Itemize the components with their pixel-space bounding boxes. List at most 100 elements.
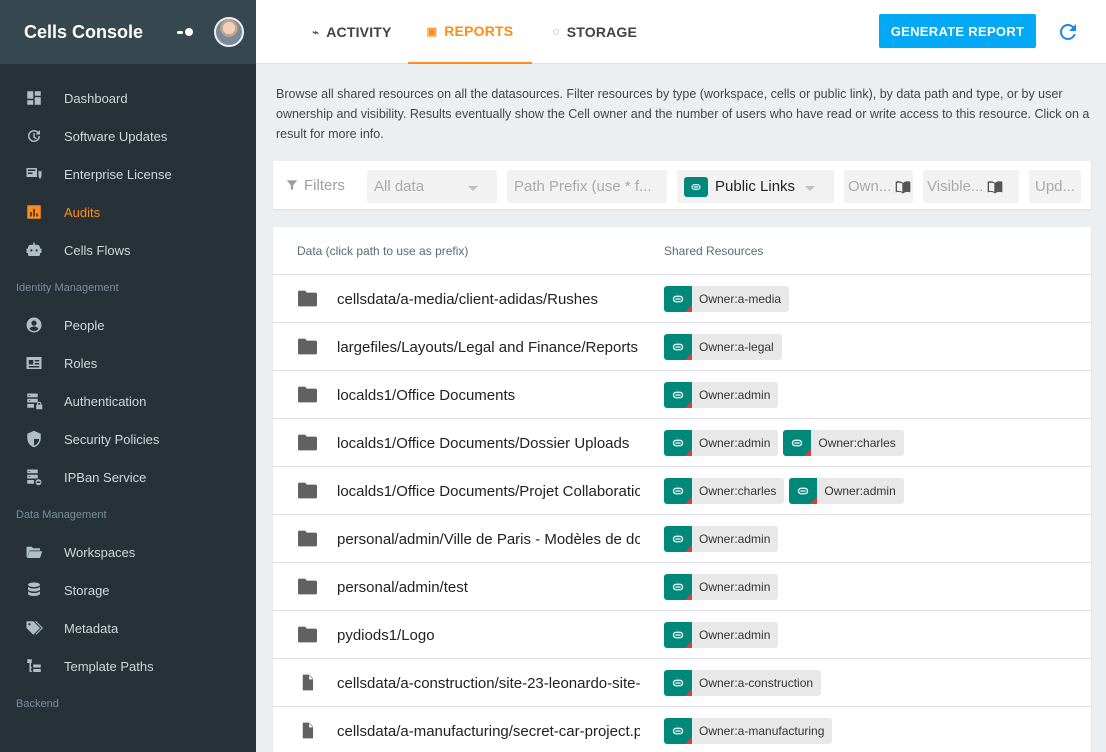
table-row[interactable]: personal/admin/Ville de Paris - Modèles …: [273, 515, 1091, 563]
sidebar-item-enterprise-license[interactable]: Enterprise License: [0, 155, 256, 193]
book-icon: [988, 180, 1003, 194]
file-icon: [298, 674, 317, 691]
owner-label: Owner:admin: [699, 580, 771, 594]
sidebar-item-ipban-service[interactable]: IPBan Service: [0, 458, 256, 496]
shared-resource-chip[interactable]: Owner:a-manufacturing: [664, 718, 833, 744]
sidebar-item-metadata[interactable]: Metadata: [0, 609, 256, 647]
resource-path-link[interactable]: largefiles/Layouts/Legal and Finance/Rep…: [337, 323, 640, 371]
resource-path-link[interactable]: pydiods1/Logo: [337, 611, 640, 659]
owner-label: Owner:a-media: [699, 292, 782, 306]
folder-icon: [298, 482, 317, 499]
shared-resources-cell: Owner:a-media: [664, 286, 794, 312]
resource-path-link[interactable]: cellsdata/a-construction/site-23-leonard…: [337, 659, 640, 707]
public-link-icon: [664, 574, 692, 600]
shared-resource-chip[interactable]: Owner:a-legal: [664, 334, 782, 360]
sidebar-item-label: Authentication: [64, 393, 147, 409]
sidebar-toggle-icon[interactable]: [170, 22, 200, 42]
resource-path-link[interactable]: cellsdata/a-manufacturing/secret-car-pro…: [337, 707, 640, 752]
tab-storage[interactable]: ◌ STORAGE: [540, 0, 650, 64]
shared-resource-chip[interactable]: Owner:admin: [664, 382, 779, 408]
shared-resource-chip[interactable]: Owner:charles: [664, 478, 785, 504]
folder-open-icon: [24, 542, 44, 562]
sidebar-item-label: Template Paths: [64, 658, 154, 674]
table-row[interactable]: pydiods1/Logo Owner:admin: [273, 611, 1091, 659]
table-row[interactable]: cellsdata/a-media/client-adidas/Rushes Ow…: [273, 275, 1091, 323]
public-link-icon: [664, 718, 692, 744]
sidebar: Cells Console Dashboard Software Updates E…: [0, 0, 256, 752]
owner-label: Owner:a-legal: [699, 340, 774, 354]
sidebar-item-software-updates[interactable]: Software Updates: [0, 117, 256, 155]
owner-label: Owner:admin: [699, 388, 771, 402]
sidebar-item-storage[interactable]: Storage: [0, 571, 256, 609]
data-select[interactable]: All data: [367, 170, 497, 203]
avatar[interactable]: [214, 17, 244, 47]
resource-path-link[interactable]: cellsdata/a-media/client-adidas/Rushes: [337, 275, 640, 323]
dashboard-icon: [24, 88, 44, 108]
path-prefix-input[interactable]: Path Prefix (use * f...: [507, 170, 667, 203]
folder-icon: [298, 626, 317, 643]
section-identity-management: Identity Management: [16, 282, 119, 294]
table-row[interactable]: cellsdata/a-construction/site-23-leonard…: [273, 659, 1091, 707]
folder-icon: [298, 386, 317, 403]
column-header-shared[interactable]: Shared Resources: [664, 227, 763, 275]
table-row[interactable]: cellsdata/a-manufacturing/secret-car-pro…: [273, 707, 1091, 752]
type-select[interactable]: Public Links: [677, 170, 834, 203]
sidebar-item-label: Cells Flows: [64, 242, 131, 258]
table-row[interactable]: localds1/Office Documents Owner:admin: [273, 371, 1091, 419]
public-link-icon: [664, 430, 692, 456]
resource-path-link[interactable]: personal/admin/test: [337, 563, 640, 611]
shared-resources-cell: Owner:a-construction: [664, 670, 826, 696]
sidebar-item-authentication[interactable]: Authentication: [0, 382, 256, 420]
shared-resource-chip[interactable]: Owner:a-construction: [664, 670, 822, 696]
sidebar-item-people[interactable]: People: [0, 306, 256, 344]
sidebar-item-label: Audits: [64, 204, 101, 220]
shield-icon: [24, 429, 44, 449]
report-icon: ▣: [426, 25, 438, 38]
updated-filter-input[interactable]: Upd...: [1029, 170, 1081, 203]
tab-reports[interactable]: ▣ REPORTS: [408, 0, 532, 64]
public-link-icon: [664, 526, 692, 552]
shared-resource-chip[interactable]: Owner:admin: [664, 430, 779, 456]
shared-resource-chip[interactable]: Owner:a-media: [664, 286, 790, 312]
refresh-icon[interactable]: [1056, 20, 1080, 44]
table-row[interactable]: localds1/Office Documents/Dossier Upload…: [273, 419, 1091, 467]
table-row[interactable]: personal/admin/test Owner:admin: [273, 563, 1091, 611]
resource-path-link[interactable]: personal/admin/Ville de Paris - Modèles …: [337, 515, 640, 563]
shared-resource-chip[interactable]: Owner:admin: [664, 622, 779, 648]
page-description: Browse all shared resources on all the d…: [276, 87, 1090, 141]
tab-activity[interactable]: ⌁ ACTIVITY: [292, 0, 412, 64]
table-row[interactable]: localds1/Office Documents/Projet Collabo…: [273, 467, 1091, 515]
sidebar-item-audits[interactable]: Audits: [0, 193, 256, 231]
table-row[interactable]: largefiles/Layouts/Legal and Finance/Rep…: [273, 323, 1091, 371]
sidebar-item-label: Workspaces: [64, 544, 136, 560]
owner-filter-input[interactable]: Own...: [844, 170, 913, 203]
owner-label: Owner:admin: [824, 484, 896, 498]
shared-resource-chip[interactable]: Owner:admin: [664, 574, 779, 600]
column-header-data[interactable]: Data (click path to use as prefix): [297, 227, 468, 275]
resource-path-link[interactable]: localds1/Office Documents/Dossier Upload…: [337, 419, 640, 467]
sidebar-item-roles[interactable]: Roles: [0, 344, 256, 382]
folder-icon: [298, 530, 317, 547]
shared-resources-cell: Owner:a-manufacturing: [664, 718, 837, 744]
sidebar-item-template-paths[interactable]: Template Paths: [0, 647, 256, 685]
shared-resources-cell: Owner:admin: [664, 382, 783, 408]
sidebar-item-cells-flows[interactable]: Cells Flows: [0, 231, 256, 269]
chart-icon: [24, 202, 44, 222]
shared-resource-chip[interactable]: Owner:admin: [664, 526, 779, 552]
sidebar-item-workspaces[interactable]: Workspaces: [0, 533, 256, 571]
table-header: Data (click path to use as prefix) Share…: [273, 227, 1091, 275]
sidebar-item-dashboard[interactable]: Dashboard: [0, 79, 256, 117]
sidebar-item-security-policies[interactable]: Security Policies: [0, 420, 256, 458]
generate-report-button[interactable]: GENERATE REPORT: [879, 14, 1036, 48]
folder-icon: [298, 338, 317, 355]
owner-label: Owner:a-manufacturing: [699, 724, 825, 738]
id-card-icon: [24, 353, 44, 373]
shared-resource-chip[interactable]: Owner:admin: [789, 478, 904, 504]
resource-path-link[interactable]: localds1/Office Documents/Projet Collabo…: [337, 467, 640, 515]
resource-path-link[interactable]: localds1/Office Documents: [337, 371, 640, 419]
filters-label: Filters: [285, 161, 345, 209]
person-icon: [24, 315, 44, 335]
updated-filter-placeholder: Upd...: [1035, 178, 1076, 195]
shared-resource-chip[interactable]: Owner:charles: [783, 430, 904, 456]
visible-filter-input[interactable]: Visible...: [923, 170, 1019, 203]
